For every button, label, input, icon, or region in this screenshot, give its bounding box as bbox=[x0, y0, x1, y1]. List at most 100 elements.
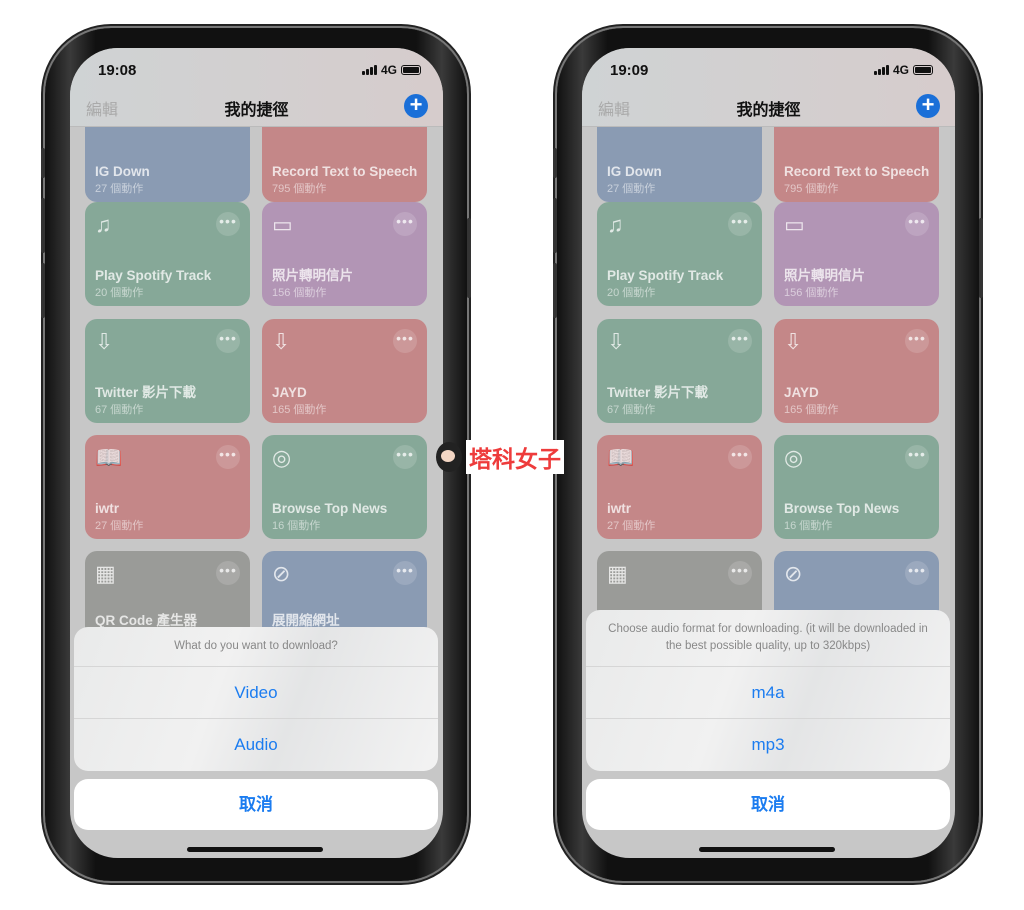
action-sheet: Choose audio format for downloading. (it… bbox=[586, 610, 950, 771]
globe-icon: ◎ bbox=[272, 445, 292, 470]
tv-icon: ▭ bbox=[784, 212, 805, 237]
shortcut-name: Twitter 影片下載 bbox=[95, 385, 196, 400]
more-options-icon[interactable]: ••• bbox=[905, 445, 929, 469]
action-option-audio[interactable]: Audio bbox=[74, 719, 438, 771]
more-options-icon[interactable]: ••• bbox=[216, 561, 240, 585]
side-button bbox=[41, 263, 45, 318]
globe-icon: ◎ bbox=[784, 445, 804, 470]
more-options-icon[interactable]: ••• bbox=[393, 212, 417, 236]
more-options-icon[interactable]: ••• bbox=[905, 329, 929, 353]
battery-icon bbox=[913, 65, 933, 75]
shortcut-card[interactable]: ⇩ ••• JAYD 165 個動作 bbox=[262, 319, 427, 423]
more-options-icon[interactable]: ••• bbox=[216, 329, 240, 353]
book-icon: 📖 bbox=[607, 445, 635, 470]
status-indicators: 4G bbox=[361, 63, 421, 77]
screen: 編輯 我的捷徑 +19:08 4G IG Down 27 個動作 Record Text t… bbox=[70, 48, 443, 858]
shortcut-name: 照片轉明信片 bbox=[272, 268, 353, 283]
home-indicator[interactable] bbox=[187, 847, 323, 852]
watermark-text: 塔科女子 bbox=[466, 440, 564, 474]
status-time: 19:08 bbox=[98, 61, 137, 79]
side-button bbox=[553, 148, 557, 178]
phone-2: 編輯 我的捷徑 +19:09 4G IG Down 27 個動作 Record Text t… bbox=[553, 28, 983, 881]
mascot-icon bbox=[436, 442, 462, 472]
action-option-mp3[interactable]: mp3 bbox=[586, 719, 950, 771]
side-button bbox=[553, 263, 557, 318]
side-button bbox=[979, 218, 983, 298]
shortcut-name: IG Down bbox=[607, 164, 662, 179]
cancel-button[interactable]: 取消 bbox=[586, 779, 950, 830]
action-option-video[interactable]: Video bbox=[74, 667, 438, 719]
shortcut-card[interactable]: ◎ ••• Browse Top News 16 個動作 bbox=[262, 435, 427, 539]
cancel-button[interactable]: 取消 bbox=[74, 779, 438, 830]
shortcut-action-count: 27 個動作 bbox=[95, 520, 144, 532]
shortcut-action-count: 27 個動作 bbox=[95, 183, 144, 195]
more-options-icon[interactable]: ••• bbox=[216, 445, 240, 469]
shortcut-name: Twitter 影片下載 bbox=[607, 385, 708, 400]
watermark-logo: 塔科女子 bbox=[436, 440, 564, 474]
shortcut-name: Record Text to Speech bbox=[272, 164, 418, 179]
more-options-icon[interactable]: ••• bbox=[728, 561, 752, 585]
shortcut-card[interactable]: ⇩ ••• Twitter 影片下載 67 個動作 bbox=[597, 319, 762, 423]
shortcut-card[interactable]: 📖 ••• iwtr 27 個動作 bbox=[85, 435, 250, 539]
shortcut-name: Browse Top News bbox=[784, 501, 900, 516]
side-button bbox=[41, 198, 45, 253]
shortcut-card[interactable]: ⇩ ••• JAYD 165 個動作 bbox=[774, 319, 939, 423]
shortcut-card[interactable]: ◎ ••• Browse Top News 16 個動作 bbox=[774, 435, 939, 539]
more-options-icon[interactable]: ••• bbox=[216, 212, 240, 236]
shortcut-name: iwtr bbox=[95, 501, 120, 516]
phone-1: 編輯 我的捷徑 +19:08 4G IG Down 27 個動作 Record Text t… bbox=[41, 28, 471, 881]
status-indicators: 4G bbox=[873, 63, 933, 77]
shortcut-card[interactable]: ▭ ••• 照片轉明信片 156 個動作 bbox=[774, 202, 939, 306]
shortcut-name: Play Spotify Track bbox=[95, 268, 212, 283]
home-indicator[interactable] bbox=[699, 847, 835, 852]
status-time: 19:09 bbox=[610, 61, 649, 79]
shortcut-card[interactable]: ⇩ ••• Twitter 影片下載 67 個動作 bbox=[85, 319, 250, 423]
action-sheet-message: Choose audio format for downloading. (it… bbox=[586, 610, 950, 667]
shortcut-action-count: 795 個動作 bbox=[784, 183, 839, 195]
add-shortcut-button[interactable]: + bbox=[404, 94, 428, 118]
shortcut-card[interactable]: ▭ ••• 照片轉明信片 156 個動作 bbox=[262, 202, 427, 306]
more-options-icon[interactable]: ••• bbox=[905, 561, 929, 585]
tv-icon: ▭ bbox=[272, 212, 293, 237]
shortcut-name: Record Text to Speech bbox=[784, 164, 930, 179]
battery-icon bbox=[401, 65, 421, 75]
shortcut-action-count: 67 個動作 bbox=[95, 404, 144, 416]
more-options-icon[interactable]: ••• bbox=[728, 212, 752, 236]
action-sheet-message: What do you want to download? bbox=[74, 627, 438, 667]
book-icon: 📖 bbox=[95, 445, 123, 470]
signal-icon bbox=[361, 65, 377, 75]
shortcut-action-count: 16 個動作 bbox=[272, 520, 321, 532]
shortcut-card[interactable]: ♫ ••• Play Spotify Track 20 個動作 bbox=[597, 202, 762, 306]
download-icon: ⇩ bbox=[784, 329, 803, 354]
more-options-icon[interactable]: ••• bbox=[728, 445, 752, 469]
more-options-icon[interactable]: ••• bbox=[393, 445, 417, 469]
qr-code-icon: ▦ bbox=[95, 561, 116, 586]
add-shortcut-button[interactable]: + bbox=[916, 94, 940, 118]
shortcut-name: 照片轉明信片 bbox=[784, 268, 865, 283]
action-sheet: What do you want to download? Video Audio bbox=[74, 627, 438, 771]
more-options-icon[interactable]: ••• bbox=[393, 561, 417, 585]
shortcut-action-count: 165 個動作 bbox=[272, 404, 327, 416]
shortcut-name: JAYD bbox=[784, 385, 819, 400]
shortcut-action-count: 156 個動作 bbox=[784, 287, 839, 299]
side-button bbox=[41, 148, 45, 178]
more-options-icon[interactable]: ••• bbox=[728, 329, 752, 353]
shortcut-action-count: 795 個動作 bbox=[272, 183, 327, 195]
navigation-bar: 編輯 我的捷徑 +19:08 4G bbox=[70, 48, 443, 127]
shortcut-action-count: 20 個動作 bbox=[607, 287, 656, 299]
more-options-icon[interactable]: ••• bbox=[393, 329, 417, 353]
status-bar: 19:09 4G bbox=[582, 48, 955, 92]
shortcut-name: Play Spotify Track bbox=[607, 268, 724, 283]
navigation-bar: 編輯 我的捷徑 +19:09 4G bbox=[582, 48, 955, 127]
link-icon: ⊘ bbox=[272, 561, 291, 586]
shortcut-card[interactable]: 📖 ••• iwtr 27 個動作 bbox=[597, 435, 762, 539]
shortcut-card[interactable]: ♫ ••• Play Spotify Track 20 個動作 bbox=[85, 202, 250, 306]
shortcut-action-count: 156 個動作 bbox=[272, 287, 327, 299]
download-icon: ⇩ bbox=[95, 329, 114, 354]
more-options-icon[interactable]: ••• bbox=[905, 212, 929, 236]
action-option-m4a[interactable]: m4a bbox=[586, 667, 950, 719]
side-button bbox=[467, 218, 471, 298]
shortcut-name: Browse Top News bbox=[272, 501, 388, 516]
shortcut-action-count: 16 個動作 bbox=[784, 520, 833, 532]
side-button bbox=[553, 198, 557, 253]
